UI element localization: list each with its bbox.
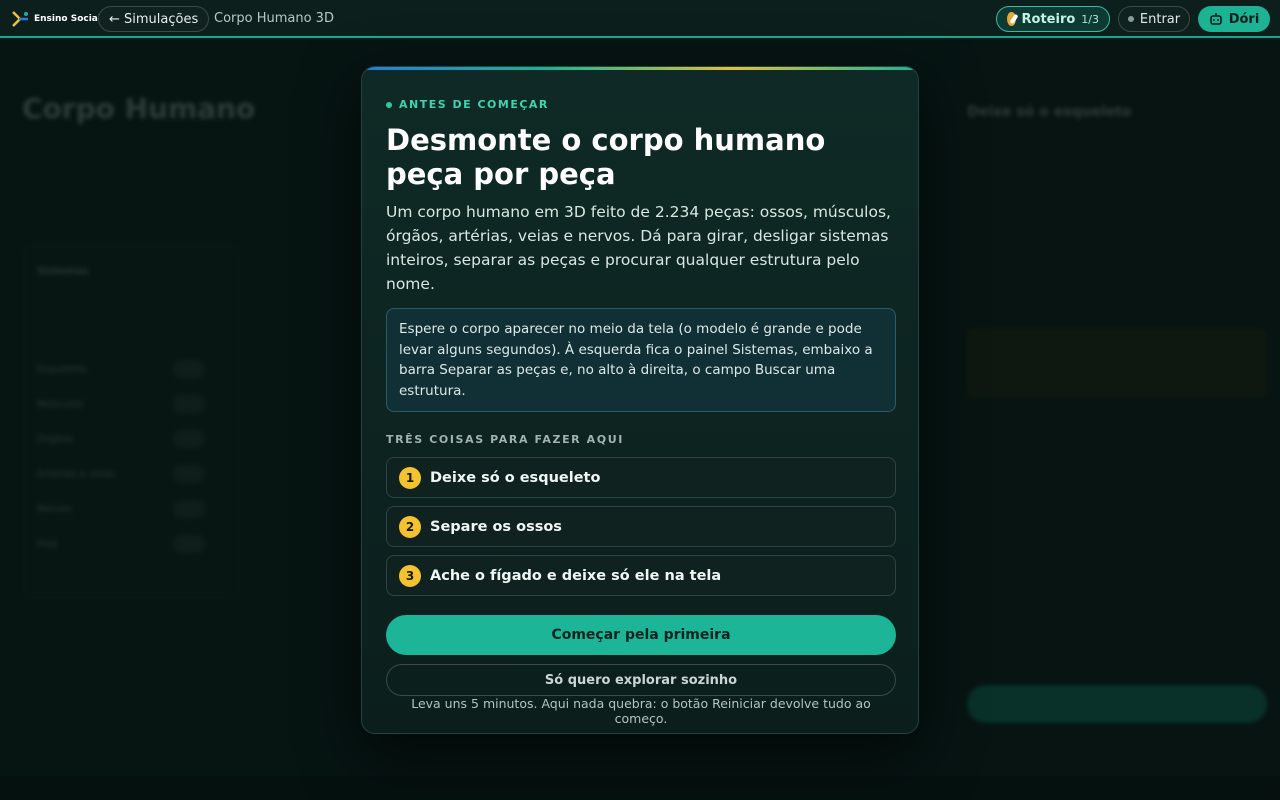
status-dot-icon	[1127, 16, 1134, 22]
brand-name: Ensino Social	[34, 14, 101, 24]
login-button[interactable]: Entrar	[1118, 6, 1190, 32]
explore-alone-button[interactable]: Só quero explorar sozinho	[386, 664, 896, 696]
modal-intro: Um corpo humano em 3D feito de 2.234 peç…	[386, 203, 891, 293]
step-item[interactable]: 1 Deixe só o esqueleto	[386, 457, 896, 498]
step-label: Ache o fígado e deixe só ele na tela	[430, 567, 722, 584]
dori-label: Dóri	[1228, 11, 1260, 27]
robot-icon	[1209, 13, 1222, 25]
top-bar: Ensino Social ← Simulações Corpo Humano …	[0, 0, 1280, 38]
modal-accent-line	[362, 67, 918, 70]
roteiro-button[interactable]: Roteiro 1/3	[996, 6, 1110, 32]
step-number: 3	[399, 564, 421, 587]
eyebrow-dot-icon	[386, 101, 392, 108]
time-hint: Leva uns 5 minutos. Aqui nada quebra: o …	[411, 696, 871, 726]
step-item[interactable]: 2 Separe os ossos	[386, 506, 896, 547]
login-label: Entrar	[1139, 11, 1181, 27]
step-number: 1	[399, 466, 421, 489]
logo-icon	[12, 11, 28, 27]
step-label: Deixe só o esqueleto	[430, 469, 601, 486]
dori-assistant-button[interactable]: Dóri	[1198, 6, 1270, 32]
back-label: ← Simulações	[109, 11, 199, 27]
step-item[interactable]: 3 Ache o fígado e deixe só ele na tela	[386, 555, 896, 596]
brand-logo[interactable]: Ensino Social	[10, 9, 101, 29]
modal-eyebrow: ANTES DE COMEÇAR	[386, 98, 549, 111]
roteiro-label: Roteiro	[1021, 11, 1076, 27]
compass-icon	[1007, 12, 1016, 26]
back-to-simulations-button[interactable]: ← Simulações	[98, 6, 210, 32]
step-number: 2	[399, 515, 421, 538]
steps-heading: TRÊS COISAS PARA FAZER AQUI	[386, 433, 624, 446]
onboarding-modal: ANTES DE COMEÇAR Desmonte o corpo humano…	[361, 66, 919, 734]
breadcrumb: Corpo Humano 3D	[214, 11, 334, 26]
info-note: Espere o corpo aparecer no meio da tela …	[386, 308, 896, 412]
roteiro-count: 1/3	[1081, 12, 1099, 26]
step-label: Separe os ossos	[430, 518, 562, 535]
eyebrow-label: ANTES DE COMEÇAR	[399, 98, 549, 111]
modal-heading: Desmonte o corpo humano peça por peça	[386, 123, 826, 191]
start-first-button[interactable]: Começar pela primeira	[386, 615, 896, 655]
